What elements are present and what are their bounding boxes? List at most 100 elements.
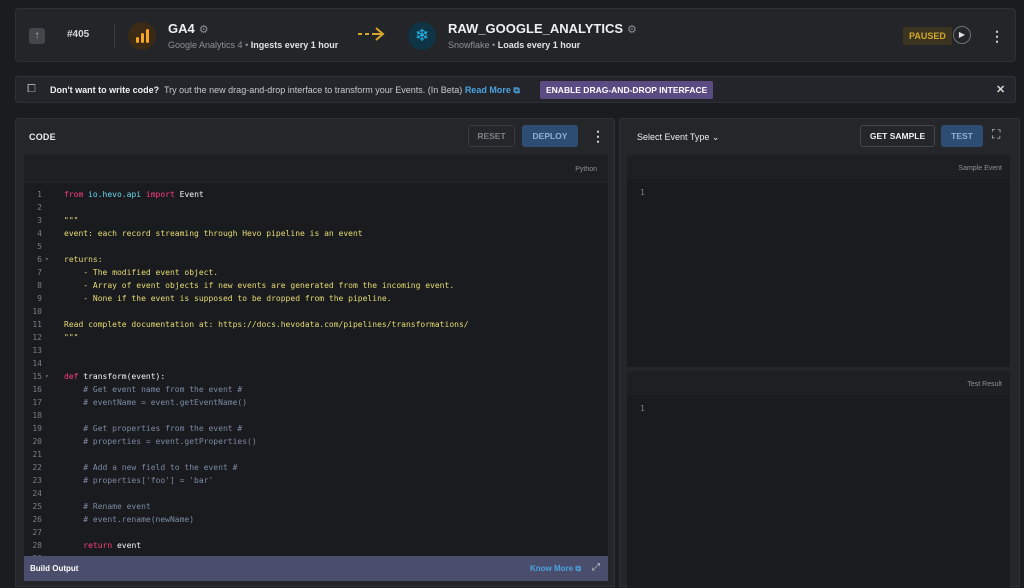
enable-drag-drop-button[interactable]: ENABLE DRAG-AND-DROP INTERFACE <box>540 81 714 99</box>
code-text: # Add a new field to the event # <box>64 463 238 472</box>
divider <box>114 23 115 49</box>
test-button[interactable]: TEST <box>941 125 983 147</box>
code-line[interactable]: 23 # properties['foo'] = 'bar' <box>24 474 608 487</box>
line-number: 7 <box>37 268 42 277</box>
fold-toggle-icon[interactable]: ▾ <box>45 253 49 266</box>
code-text: # properties = event.getProperties() <box>64 437 257 446</box>
read-more-label[interactable]: Read More <box>465 85 511 95</box>
deploy-button[interactable]: DEPLOY <box>522 125 578 147</box>
code-line[interactable]: 24 <box>24 487 608 500</box>
source-name[interactable]: GA4 <box>168 21 195 36</box>
fullscreen-icon[interactable]: ⛶ <box>992 127 1000 142</box>
destination-name[interactable]: RAW_GOOGLE_ANALYTICS <box>448 21 623 36</box>
collapse-up-icon[interactable]: ↑ <box>29 28 45 44</box>
reset-button[interactable]: RESET <box>468 125 515 147</box>
code-line[interactable]: 19 # Get properties from the event # <box>24 422 608 435</box>
pipeline-id: #405 <box>67 29 90 40</box>
separator-dot: • <box>245 40 249 50</box>
code-line[interactable]: 4 event: each record streaming through He… <box>24 227 608 240</box>
resume-play-icon[interactable]: ▶ <box>953 26 971 44</box>
pipeline-header: ↑ #405 GA4 ⚙ Google Analytics 4 • Ingests… <box>15 8 1016 62</box>
code-line[interactable]: 14 <box>24 357 608 370</box>
expand-icon[interactable]: ⤢ <box>592 562 600 573</box>
external-link-icon: ⧉ <box>513 85 520 95</box>
read-more-link[interactable]: Read More ⧉ <box>465 85 520 95</box>
source-settings-gear-icon[interactable]: ⚙ <box>199 24 209 36</box>
source-type: Google Analytics 4 <box>168 40 243 50</box>
code-line[interactable]: 11 Read complete documentation at: https:… <box>24 318 608 331</box>
separator-dot: • <box>492 40 496 50</box>
line-number: 2 <box>37 203 42 212</box>
code-line[interactable]: 2 <box>24 201 608 214</box>
fold-toggle-icon[interactable]: ▾ <box>45 370 49 383</box>
line-number: 25 <box>32 502 42 511</box>
code-line[interactable]: 5 <box>24 240 608 253</box>
code-line[interactable]: 22 # Add a new field to the event # <box>24 461 608 474</box>
snowflake-logo-icon: ❄ <box>408 22 436 50</box>
code-lines[interactable]: 1 from io.hevo.api import Event 2 3 """ 4 even… <box>24 188 608 565</box>
get-sample-button[interactable]: GET SAMPLE <box>860 125 935 147</box>
code-panel: CODE RESET DEPLOY ⋮ Python 1 from io.hevo… <box>15 118 615 587</box>
code-line[interactable]: 26 # event.rename(newName) <box>24 513 608 526</box>
line-number: 5 <box>37 242 42 251</box>
code-line[interactable]: 18 <box>24 409 608 422</box>
line-number: 18 <box>32 411 42 420</box>
line-number: 23 <box>32 476 42 485</box>
code-line[interactable]: 17 # eventName = event.getEventName() <box>24 396 608 409</box>
know-more-link[interactable]: Know More ⧉ <box>530 564 581 574</box>
test-result-toolbar: Test Result <box>627 371 1010 395</box>
build-output-bar[interactable]: Build Output Know More ⧉ ⤢ <box>24 556 608 581</box>
code-text: - The modified event object. <box>64 268 219 277</box>
code-line[interactable]: 9 - None if the event is supposed to be … <box>24 292 608 305</box>
code-line[interactable]: 3 """ <box>24 214 608 227</box>
pipeline-arrow-icon <box>358 27 385 41</box>
code-text: - Array of event objects if new events a… <box>64 281 455 290</box>
select-event-type-dropdown[interactable]: Select Event Type ⌄ <box>637 132 719 143</box>
code-line[interactable]: 16 # Get event name from the event # <box>24 383 608 396</box>
code-line[interactable]: 25 # Rename event <box>24 500 608 513</box>
sample-event-editor[interactable]: Sample Event 1 <box>627 155 1010 367</box>
code-line[interactable]: 15 ▾ def transform(event): <box>24 370 608 383</box>
code-text: returns: <box>64 255 103 264</box>
banner-text: Don't want to write code? Try out the ne… <box>50 85 520 96</box>
code-line[interactable]: 27 <box>24 526 608 539</box>
source-title: GA4 ⚙ <box>168 21 209 36</box>
code-line[interactable]: 13 <box>24 344 608 357</box>
code-line[interactable]: 20 # properties = event.getProperties() <box>24 435 608 448</box>
code-line[interactable]: 1 from io.hevo.api import Event <box>24 188 608 201</box>
code-line[interactable]: 10 <box>24 305 608 318</box>
pipeline-more-kebab-icon[interactable]: ⋮ <box>990 29 1004 43</box>
code-text: """ <box>64 333 79 342</box>
line-number: 28 <box>32 541 42 550</box>
line-number: 21 <box>32 450 42 459</box>
code-more-kebab-icon[interactable]: ⋮ <box>591 129 605 143</box>
drag-drop-banner: ⧠ Don't want to write code? Try out the … <box>15 76 1016 103</box>
destination-settings-gear-icon[interactable]: ⚙ <box>627 24 637 36</box>
code-line[interactable]: 7 - The modified event object. <box>24 266 608 279</box>
code-text: # Get event name from the event # <box>64 385 243 394</box>
line-number: 11 <box>32 320 42 329</box>
code-line[interactable]: 8 - Array of event objects if new events… <box>24 279 608 292</box>
destination-type: Snowflake <box>448 40 490 50</box>
test-result-editor[interactable]: Test Result 1 <box>627 371 1010 588</box>
line-number: 1 <box>37 190 42 199</box>
line-number: 4 <box>37 229 42 238</box>
line-number: 22 <box>32 463 42 472</box>
source-schedule: Ingests every 1 hour <box>250 40 339 50</box>
code-editor[interactable]: Python 1 from io.hevo.api import Event 2 3 "… <box>24 155 608 563</box>
line-number: 10 <box>32 307 42 316</box>
workflow-info-icon: ⧠ <box>27 83 36 95</box>
code-text: return event <box>83 541 142 550</box>
know-more-label[interactable]: Know More <box>530 564 573 573</box>
code-text: def transform(event): <box>64 372 166 381</box>
sample-event-toolbar: Sample Event <box>627 155 1010 179</box>
code-line[interactable]: 21 <box>24 448 608 461</box>
line-number: 16 <box>32 385 42 394</box>
code-line[interactable]: 28 return event <box>24 539 608 552</box>
code-line[interactable]: 12 """ <box>24 331 608 344</box>
close-banner-icon[interactable]: ✕ <box>996 83 1005 96</box>
test-panel: Select Event Type ⌄ GET SAMPLE TEST ⛶ Sa… <box>619 118 1020 588</box>
banner-question: Don't want to write code? <box>50 85 160 95</box>
code-line[interactable]: 6 ▾ returns: <box>24 253 608 266</box>
code-text: # Get properties from the event # <box>64 424 243 433</box>
